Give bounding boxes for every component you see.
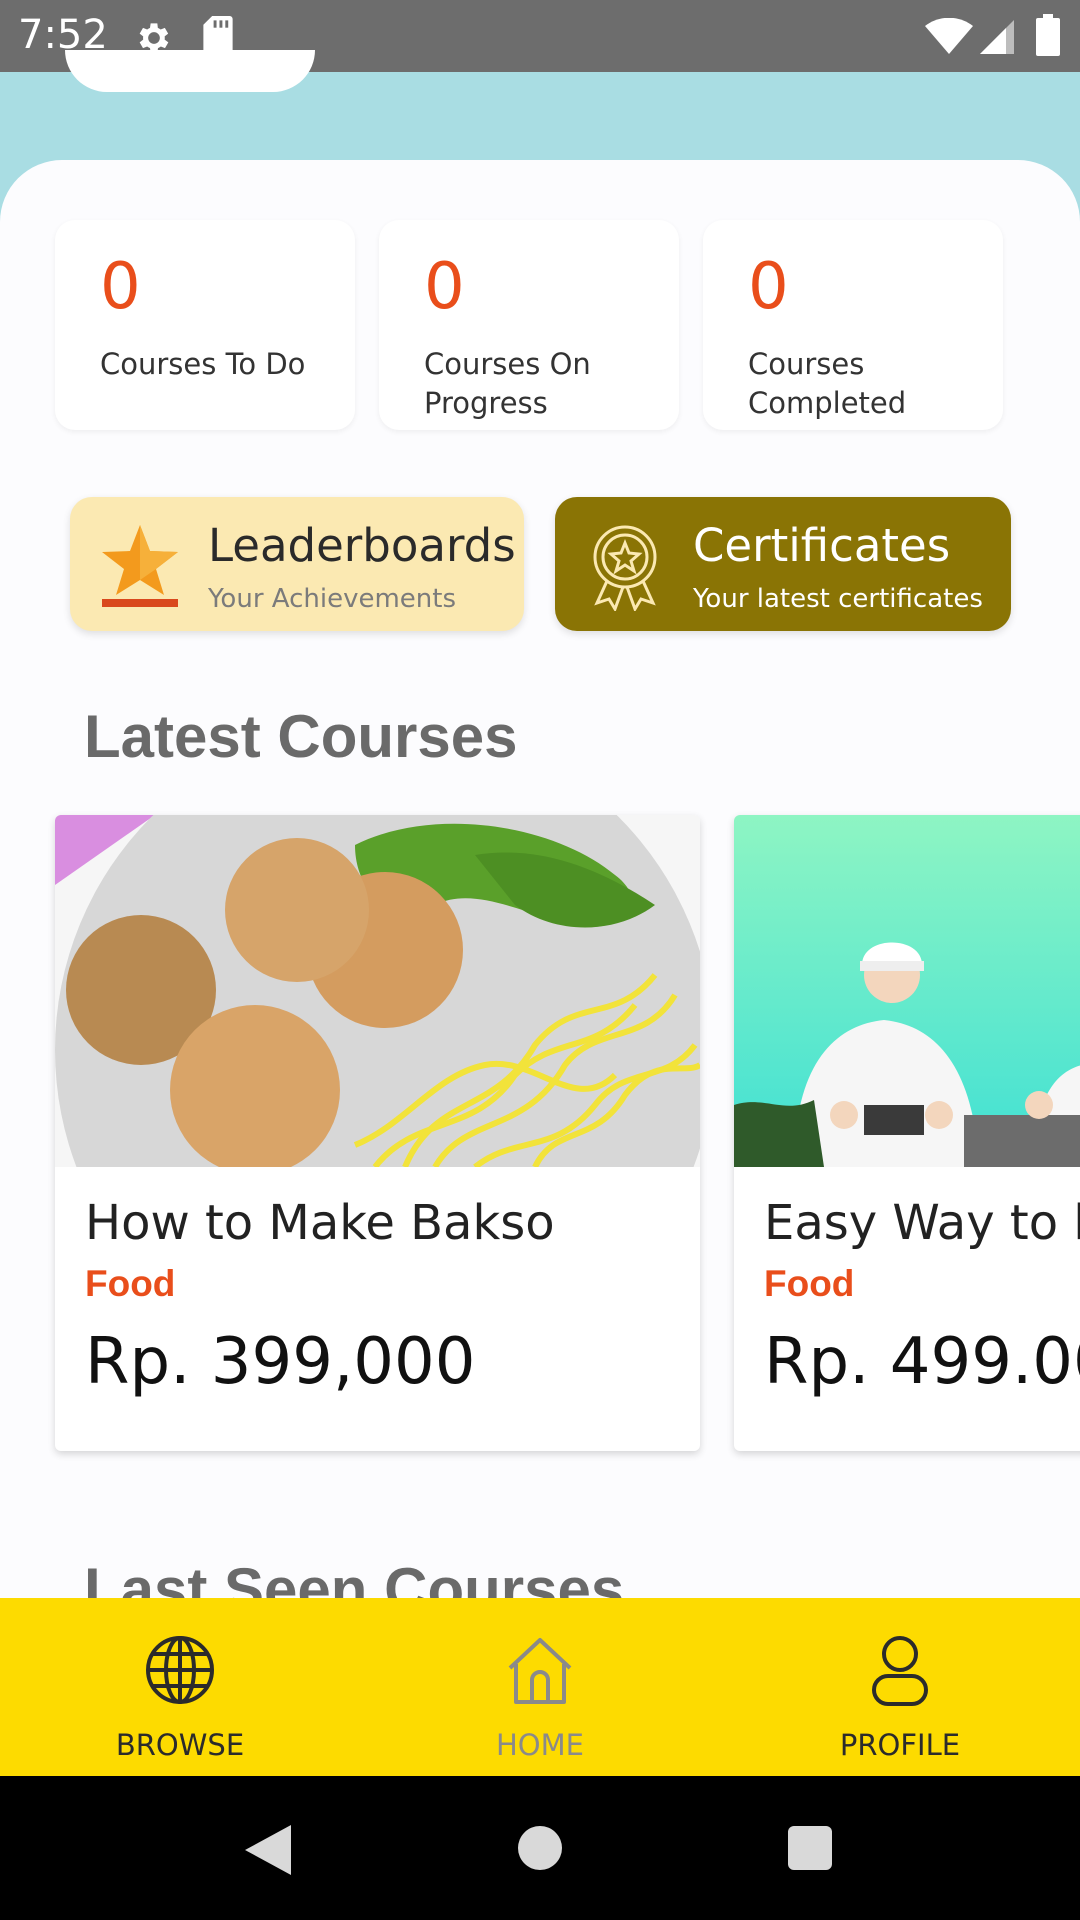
leaderboards-button[interactable]: Leaderboards Your Achievements: [70, 497, 524, 631]
chef-image: [734, 815, 1080, 1167]
leaderboards-subtitle: Your Achievements: [208, 584, 457, 614]
stat-label: Courses To Do: [100, 347, 306, 381]
course-price: Rp. 499.00: [764, 1325, 1080, 1399]
certificates-button[interactable]: Certificates Your latest certificates: [555, 497, 1011, 631]
nav-profile[interactable]: PROFILE: [720, 1598, 1080, 1776]
stat-courses-completed: 0 Courses Completed: [703, 220, 1003, 430]
wifi-icon: [925, 18, 973, 54]
user-icon: [872, 1636, 928, 1706]
recent-apps-button[interactable]: [788, 1826, 832, 1870]
award-ribbon-icon: [593, 525, 657, 611]
nav-label: BROWSE: [115, 1728, 245, 1762]
globe-icon: [146, 1636, 214, 1704]
course-category: Food: [85, 1263, 176, 1304]
course-category: Food: [764, 1263, 855, 1304]
stat-courses-on-progress: 0 Courses On Progress: [379, 220, 679, 430]
stat-courses-to-do: 0 Courses To Do: [55, 220, 355, 430]
stat-label: Courses On Progress: [424, 347, 591, 420]
stat-label: Courses Completed: [748, 347, 907, 420]
bakso-image: [55, 815, 700, 1167]
star-trophy-icon: [102, 525, 178, 607]
bottom-navigation: BROWSE HOME PROFILE: [0, 1598, 1080, 1776]
home-icon: [508, 1638, 572, 1704]
nav-browse[interactable]: BROWSE: [0, 1598, 360, 1776]
system-home-button[interactable]: [518, 1826, 562, 1870]
header-decoration: [65, 50, 315, 92]
home-screen: 7:52 0 Courses To Do 0 Courses On Progre…: [0, 0, 1080, 1920]
stat-value: 0: [748, 250, 789, 324]
course-card[interactable]: Easy Way to b Food Rp. 499.00: [734, 815, 1080, 1451]
course-price: Rp. 399,000: [85, 1325, 476, 1399]
nav-label: PROFILE: [839, 1728, 961, 1762]
leaderboards-title: Leaderboards: [208, 519, 516, 572]
stat-value: 0: [100, 250, 141, 324]
course-title: How to Make Bakso: [85, 1195, 555, 1251]
course-title: Easy Way to b: [764, 1195, 1080, 1251]
course-card[interactable]: How to Make Bakso Food Rp. 399,000: [55, 815, 700, 1451]
nav-label: HOME: [496, 1728, 584, 1762]
battery-icon: [1036, 14, 1060, 56]
latest-courses-heading: Latest Courses: [84, 703, 518, 770]
back-icon[interactable]: [245, 1825, 291, 1875]
nav-home[interactable]: HOME: [360, 1598, 720, 1776]
certificates-title: Certificates: [693, 519, 951, 572]
sd-card-icon: [203, 16, 233, 54]
stat-value: 0: [424, 250, 465, 324]
signal-icon: [980, 20, 1014, 54]
certificates-subtitle: Your latest certificates: [693, 584, 983, 614]
